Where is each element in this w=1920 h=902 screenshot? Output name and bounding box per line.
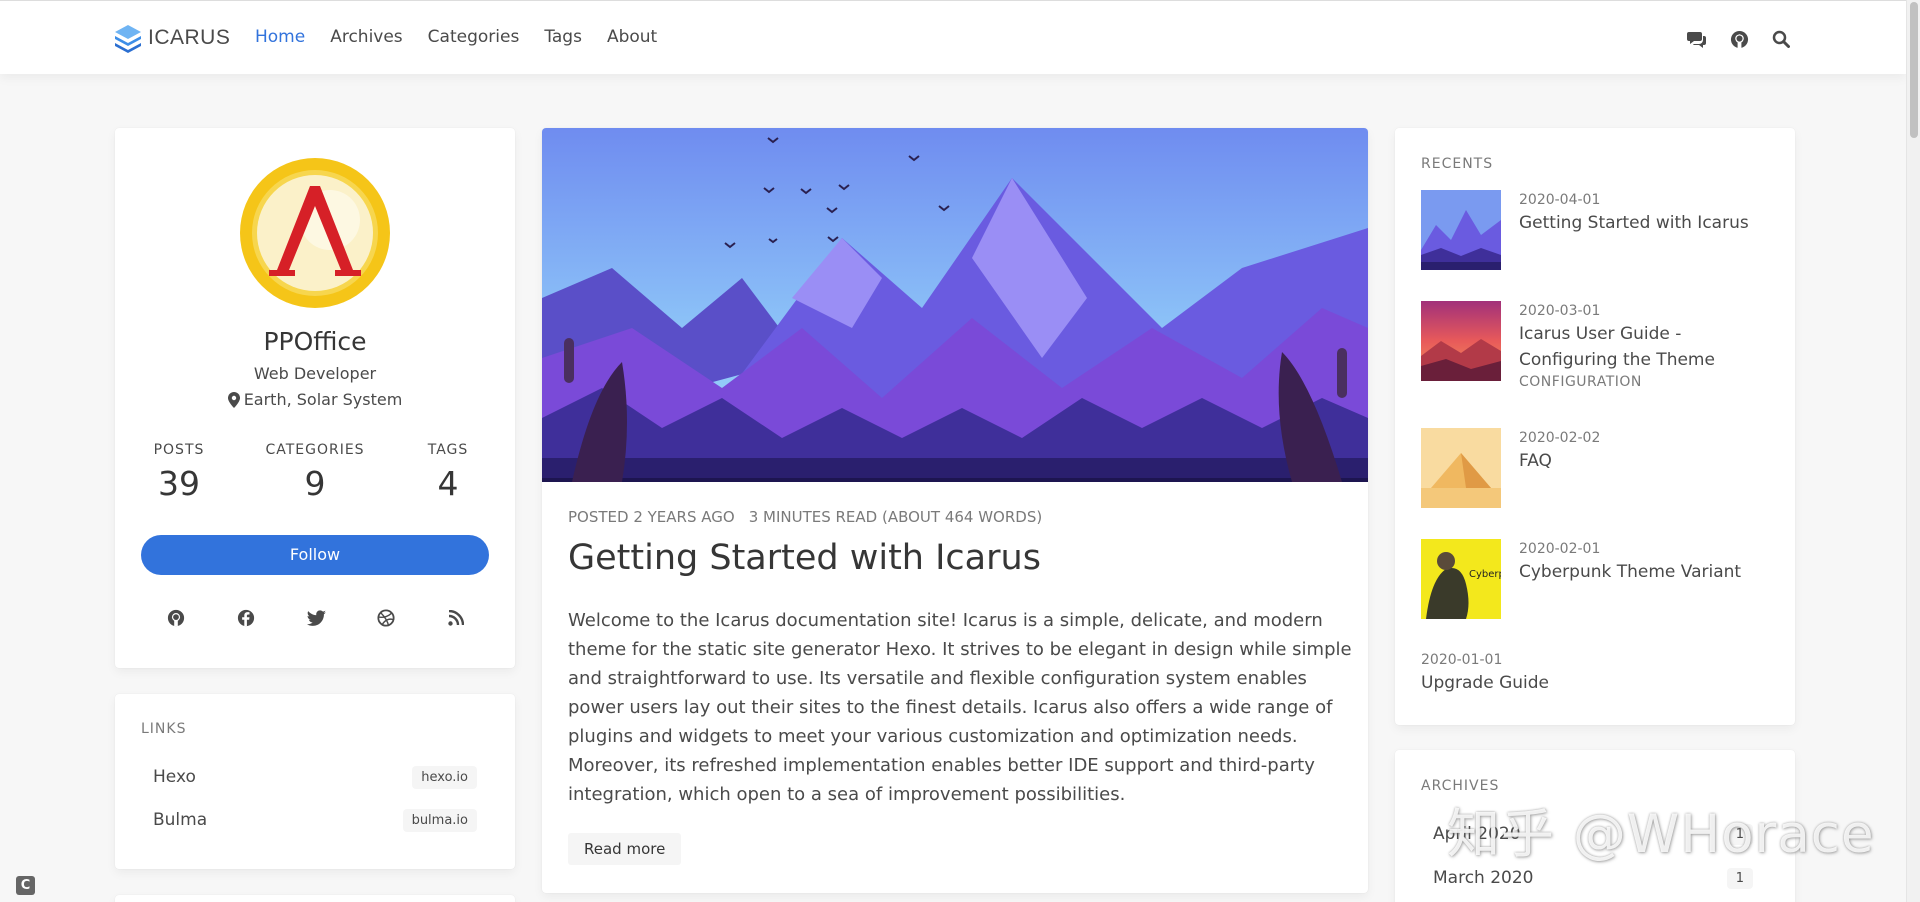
recent-post-title[interactable]: Getting Started with Icarus [1519,210,1779,236]
link-hexo-name: Hexo [153,767,196,787]
rss-icon[interactable] [446,608,466,628]
stat-posts[interactable]: POSTS 39 [141,442,217,503]
post-card: POSTED 2 YEARS AGO 3 MINUTES READ (ABOUT … [542,128,1368,893]
stat-categories-value: 9 [304,464,326,503]
recent-post-date: 2020-03-01 [1519,303,1601,319]
stat-posts-label: POSTS [153,442,205,458]
recent-post-title[interactable]: Upgrade Guide [1421,670,1721,696]
zhihu-watermark: 知乎 @WHorace [1447,804,1875,865]
stat-tags-value: 4 [437,464,459,503]
recent-post-date: 2020-01-01 [1421,652,1503,668]
scrollbar-thumb[interactable] [1910,2,1918,138]
post-reading-time: 3 MINUTES READ (ABOUT 464 WORDS) [748,508,1043,526]
links-widget: LINKS Hexo hexo.io Bulma bulma.io [115,694,515,869]
link-hexo-domain: hexo.io [412,765,477,789]
link-bulma[interactable]: Bulma bulma.io [153,807,477,833]
stat-tags[interactable]: TAGS 4 [412,442,484,503]
profile-location: Earth, Solar System [115,390,515,409]
svg-text:Cyberpunk: Cyberpunk [1469,569,1501,580]
post-cover-image[interactable] [542,128,1368,482]
recent-post-category[interactable]: CONFIGURATION [1519,374,1779,390]
avatar [240,158,390,308]
nav-about[interactable]: About [607,27,657,47]
archive-item[interactable]: March 2020 1 [1433,864,1753,892]
profile-card: PPOffice Web Developer Earth, Solar Syst… [115,128,515,668]
navbar: ICARUS Home Archives Categories Tags Abo… [0,0,1906,74]
recent-post-thumbnail[interactable] [1421,190,1501,270]
follow-button[interactable]: Follow [141,535,489,575]
profile-name: PPOffice [263,327,367,356]
map-marker-icon [227,391,240,408]
nav-categories[interactable]: Categories [428,27,520,47]
post-title[interactable]: Getting Started with Icarus [568,538,1041,578]
recents-title: RECENTS [1421,156,1494,172]
brand-logo-link[interactable]: ICARUS [114,23,230,53]
recents-widget: RECENTS 2020-04-01 Getting Started with … [1395,128,1795,725]
social-links [115,608,515,630]
recent-post-title[interactable]: FAQ [1519,448,1779,474]
stat-categories-label: CATEGORIES [265,442,365,458]
archive-count: 1 [1726,867,1753,889]
recent-post-title[interactable]: Cyberpunk Theme Variant [1519,559,1779,585]
post-meta: POSTED 2 YEARS AGO 3 MINUTES READ (ABOUT … [568,508,1056,526]
links-title: LINKS [141,721,187,737]
link-hexo[interactable]: Hexo hexo.io [153,764,477,790]
next-widget [115,895,515,902]
nav-home[interactable]: Home [255,27,305,47]
recent-post-thumbnail[interactable] [1421,301,1501,381]
profile-location-text: Earth, Solar System [243,390,403,409]
post-excerpt: Welcome to the Icarus documentation site… [568,610,1352,805]
archive-month: March 2020 [1433,868,1534,888]
recent-post-date: 2020-02-01 [1519,541,1601,557]
corner-c-icon[interactable]: C [16,876,35,895]
nav-archives[interactable]: Archives [330,27,402,47]
post-date: POSTED 2 YEARS AGO [568,508,735,526]
page-scrollbar[interactable] [1906,0,1920,902]
read-more-button[interactable]: Read more [568,833,682,865]
nav-tags[interactable]: Tags [544,27,582,47]
dribbble-icon[interactable] [376,608,396,628]
profile-role: Web Developer [253,364,377,383]
brand-name: ICARUS [148,26,231,49]
stat-categories[interactable]: CATEGORIES 9 [265,442,365,503]
github-icon[interactable] [166,608,186,628]
twitter-icon[interactable] [306,608,326,628]
recent-post-item: 2020-01-01 Upgrade Guide [1421,652,1721,696]
search-icon[interactable] [1770,28,1792,50]
link-bulma-name: Bulma [153,810,208,830]
stat-tags-label: TAGS [427,442,469,458]
recent-post-date: 2020-02-02 [1519,430,1601,446]
recent-post-thumbnail[interactable] [1421,428,1501,508]
recent-post-thumbnail[interactable]: Cyberpunk [1421,539,1501,619]
stat-posts-value: 39 [158,464,200,503]
recent-post-title[interactable]: Icarus User Guide - Configuring the Them… [1519,321,1779,373]
comments-icon[interactable] [1686,28,1708,50]
recent-post-date: 2020-04-01 [1519,192,1601,208]
facebook-icon[interactable] [236,608,256,628]
github-icon[interactable] [1728,28,1750,50]
icarus-logo-icon [115,25,141,53]
link-bulma-domain: bulma.io [402,808,477,832]
